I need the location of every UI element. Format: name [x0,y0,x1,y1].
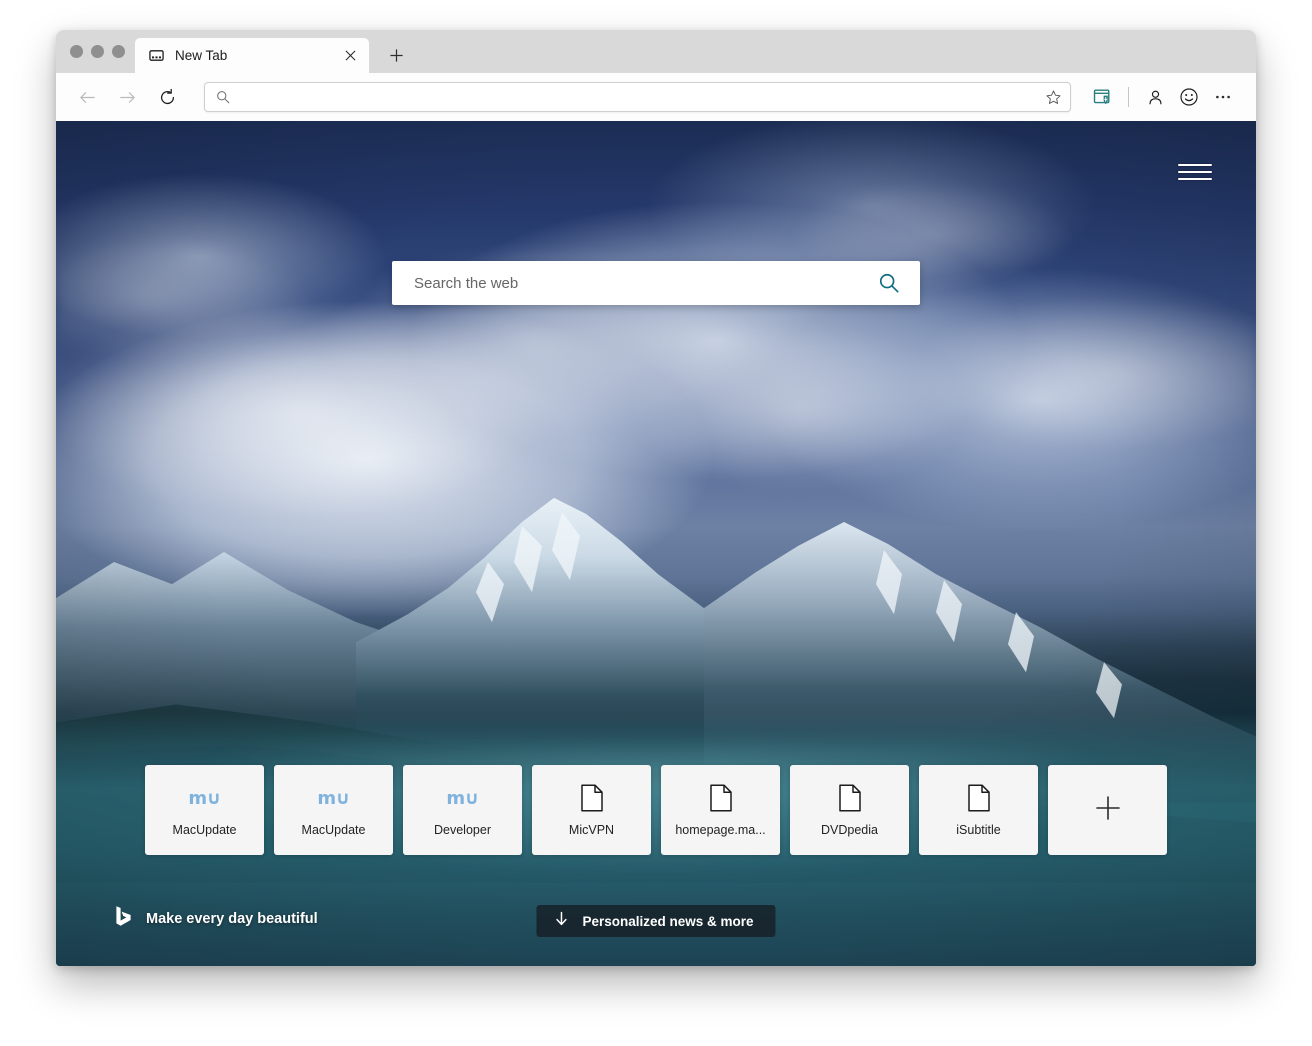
tile-logo-text: m∪ [317,787,350,809]
address-input[interactable] [239,89,1037,105]
tile-logo-text: m∪ [446,787,479,809]
tile-dvdpedia[interactable]: DVDpedia [790,765,909,855]
search-icon [216,90,230,104]
tile-label: Developer [434,823,491,837]
star-icon[interactable] [1045,89,1062,106]
minimize-window-button[interactable] [91,45,104,58]
collections-icon[interactable] [1085,80,1119,114]
personalized-news-button[interactable]: Personalized news & more [536,905,776,937]
web-search-box[interactable] [392,261,920,305]
macupdate-logo-icon: m∪ [446,783,479,813]
add-tile-button[interactable] [1048,765,1167,855]
browser-toolbar [56,73,1256,121]
personalized-news-label: Personalized news & more [582,913,754,929]
new-tab-page-icon [148,48,164,64]
tile-micvpn[interactable]: MicVPN [532,765,651,855]
forward-button[interactable] [110,80,144,114]
back-button[interactable] [70,80,104,114]
tile-label: iSubtitle [956,823,1001,837]
address-bar[interactable] [204,82,1071,112]
reload-button[interactable] [150,80,184,114]
tile-label: MacUpdate [301,823,366,837]
top-sites-tiles: m∪ MacUpdate m∪ MacUpdate m∪ Developer M… [145,765,1167,855]
tile-label: homepage.ma... [675,823,766,837]
new-tab-page: m∪ MacUpdate m∪ MacUpdate m∪ Developer [56,121,1256,966]
bing-tagline: Make every day beautiful [146,910,318,927]
browser-window: New Tab Search the web m∪ MacUpdate m∪ M… [56,30,1256,966]
close-icon[interactable] [341,47,359,65]
tile-label: MacUpdate [172,823,237,837]
bing-brand[interactable]: Make every day beautiful [114,905,318,932]
tab-strip: New Tab [56,30,1256,73]
window-controls [66,30,135,73]
tile-logo-text: m∪ [188,787,221,809]
macupdate-logo-icon: m∪ [188,783,221,813]
tile-macupdate-1[interactable]: m∪ MacUpdate [145,765,264,855]
search-icon[interactable] [876,270,902,296]
page-document-icon [709,783,733,813]
page-document-icon [967,783,991,813]
tab-title: New Tab [175,48,228,63]
toolbar-divider [1128,87,1129,107]
zoom-window-button[interactable] [112,45,125,58]
web-search-input[interactable] [414,274,876,292]
down-arrow-icon [554,911,568,932]
plus-icon [1095,795,1121,826]
ellipsis-icon[interactable] [1206,80,1240,114]
tab-new-tab[interactable]: New Tab [135,38,369,73]
new-tab-button[interactable] [381,40,411,70]
hamburger-menu-icon[interactable] [1178,155,1212,189]
close-window-button[interactable] [70,45,83,58]
smiley-icon[interactable] [1172,80,1206,114]
tile-isubtitle[interactable]: iSubtitle [919,765,1038,855]
macupdate-logo-icon: m∪ [317,783,350,813]
bing-logo-icon [114,905,134,932]
page-document-icon [838,783,862,813]
tile-developer[interactable]: m∪ Developer [403,765,522,855]
tile-macupdate-2[interactable]: m∪ MacUpdate [274,765,393,855]
person-icon[interactable] [1138,80,1172,114]
tile-label: DVDpedia [821,823,878,837]
tile-label: MicVPN [568,823,615,837]
page-document-icon [580,783,604,813]
tile-homepage[interactable]: homepage.ma... [661,765,780,855]
